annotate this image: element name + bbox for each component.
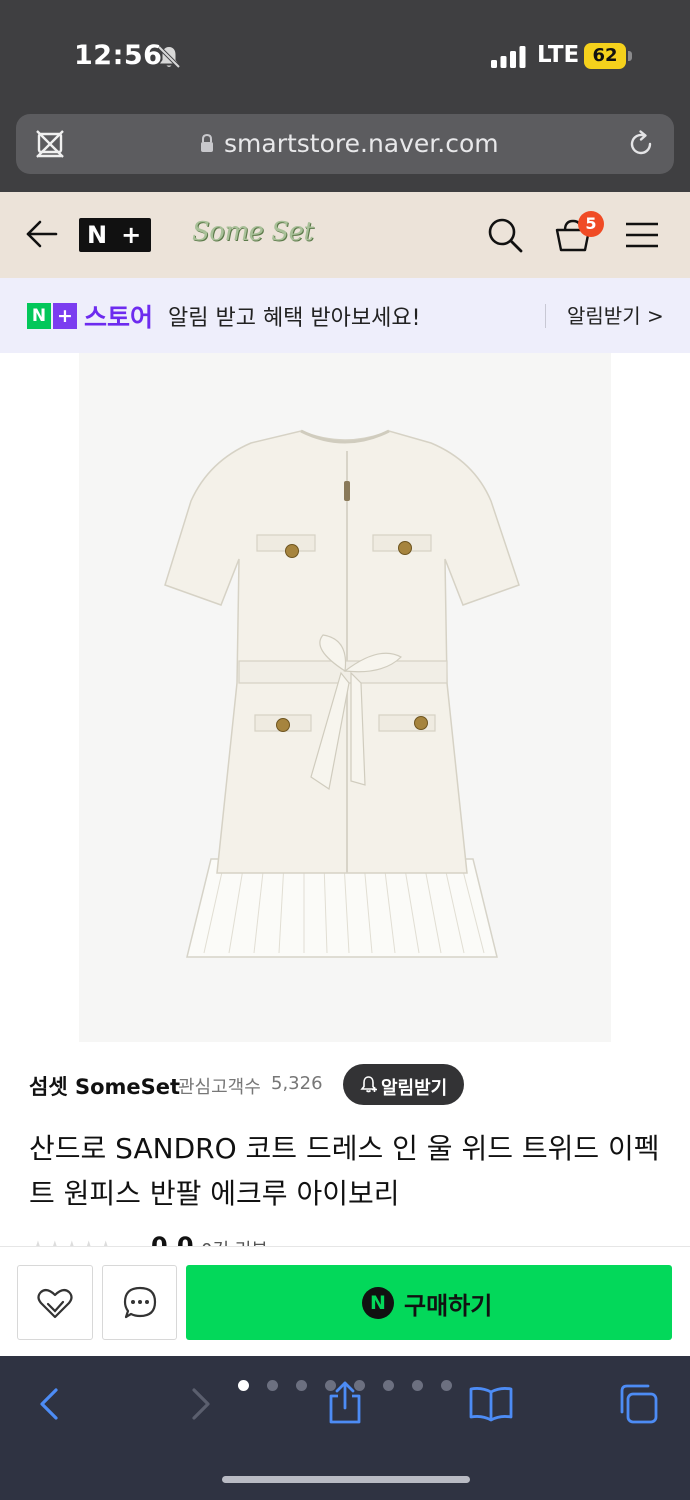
status-bar: 12:56 LTE 62 [0,0,690,110]
page-dot [296,1380,307,1391]
signal-icon [491,46,526,68]
menu-icon[interactable] [624,220,660,250]
buy-label: 구매하기 [404,1292,493,1320]
nplus-logo-text: N+ [87,221,156,249]
buy-button[interactable]: N 구매하기 [186,1265,672,1340]
battery-indicator: 62 [584,43,626,69]
address-bar[interactable]: smartstore.naver.com [16,114,674,174]
store-notify-label: 알림받기 [381,1078,448,1099]
no-tracking-icon[interactable] [34,128,66,160]
rating-stars: ★★★★★ [29,1236,115,1246]
bell-off-icon [157,45,181,69]
tabs-icon[interactable] [616,1382,660,1426]
wishlist-button[interactable] [17,1265,93,1340]
chat-icon [123,1286,157,1319]
rating-score: 0.0 [151,1232,194,1246]
page-dot [238,1380,249,1391]
reload-icon[interactable] [626,129,656,159]
store-notify-button[interactable]: 알림받기 [343,1064,464,1105]
browser-back-icon[interactable] [36,1386,64,1422]
talk-talk-button[interactable] [102,1265,177,1340]
interest-label: 관심고객수 [178,1077,261,1098]
store-name[interactable]: 섬셋 SomeSet [29,1071,180,1101]
network-type: LTE [537,42,580,68]
page-dot [412,1380,423,1391]
rating-row[interactable]: ★★★★★ 0.0 0건 리뷰 [29,1232,329,1246]
browser-forward-icon[interactable] [186,1386,214,1422]
bell-icon [360,1076,377,1093]
interest-count: 5,326 [271,1073,323,1094]
purchase-action-bar: N 구매하기 [0,1246,690,1356]
page-dot [267,1380,278,1391]
share-icon[interactable] [326,1380,364,1426]
product-title: 산드로 SANDRO 코트 드레스 인 울 위드 트위드 이펙트 원피스 반팔 … [29,1132,660,1210]
promo-store-label: 스토어 [84,303,154,332]
dress-illustration [164,429,520,958]
promo-logo-n: N [27,303,51,329]
promo-text: 알림 받고 혜택 받아보세요! [168,306,421,331]
home-indicator[interactable] [222,1476,470,1483]
page-dot [383,1380,394,1391]
review-count: 0건 리뷰 [201,1236,268,1246]
promo-divider [545,304,546,328]
page-dot [441,1380,452,1391]
url-text[interactable]: smartstore.naver.com [224,129,499,158]
nplus-store-logo: N + [27,303,77,329]
promo-logo-plus: + [53,303,77,329]
nplus-logo[interactable]: N+ [79,218,151,252]
heart-icon [37,1288,73,1319]
cart-count-badge: 5 [578,211,604,237]
bookmarks-icon[interactable] [468,1384,514,1422]
naver-pay-icon: N [362,1287,394,1319]
browser-url-area: smartstore.naver.com [0,110,690,192]
search-icon[interactable] [486,216,524,254]
brand-logo[interactable]: Some Set [192,217,314,247]
product-image[interactable] [79,353,611,1042]
status-time: 12:56 [74,40,163,71]
promo-subscribe-link[interactable]: 알림받기 > [567,300,664,329]
browser-toolbar [0,1356,690,1500]
lock-icon [201,133,213,152]
battery-nub [628,51,632,61]
back-arrow-icon[interactable] [24,217,60,251]
promo-banner[interactable]: N + 스토어 알림 받고 혜택 받아보세요! 알림받기 > [0,278,690,353]
